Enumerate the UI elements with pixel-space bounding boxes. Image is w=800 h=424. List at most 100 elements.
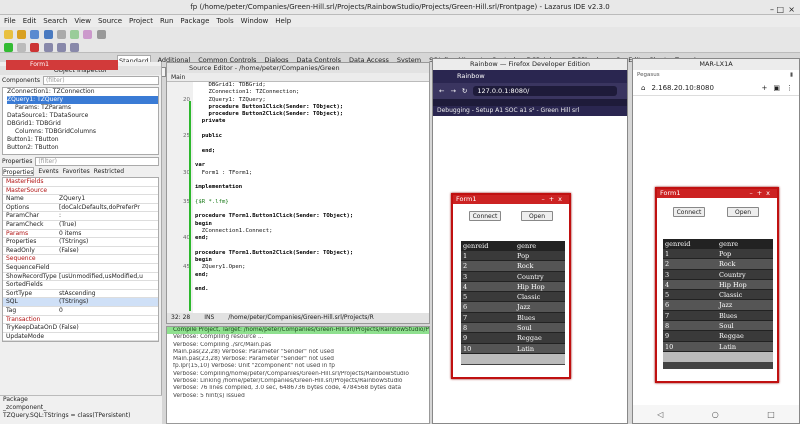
step-into-icon[interactable] [43,43,53,52]
home-icon[interactable]: ⌂ [641,84,645,92]
table-row[interactable]: 4 Hip Hop [663,279,773,291]
menu-item-file[interactable]: File [4,15,16,27]
column-header-genreid[interactable]: genreid [663,239,717,249]
property-value[interactable]: 0 [57,307,158,315]
step-over-icon[interactable] [56,43,66,52]
property-value[interactable]: (TStrings) [57,238,158,246]
save-all-icon[interactable] [43,30,53,39]
property-value[interactable] [57,281,158,289]
property-row[interactable]: TryKeepDataOnDis (False) [3,324,158,333]
view-forms-icon[interactable] [83,30,93,39]
new-tab-icon[interactable]: + [762,84,768,92]
property-row[interactable]: ShowRecordTypes [usUnmodified,usModified,… [3,273,158,282]
menu-item-run[interactable]: Run [160,15,173,27]
dbgrid[interactable]: genreid genre 1 Pop 2 Rock 3 Country 4 Hip Hop 5 Cl… [461,241,565,365]
menu-item-package[interactable]: Package [180,15,209,27]
menu-item-edit[interactable]: Edit [23,15,37,27]
url-bar[interactable]: 127.0.0.1:8080/ [473,86,617,96]
property-row[interactable]: Sequence [3,255,158,264]
pause-icon[interactable] [17,43,27,52]
property-row[interactable]: Options [doCalcDefaults,doPreferPr [3,204,158,213]
tree-item[interactable]: Button2: TButton [7,144,158,152]
property-value[interactable]: (False) [57,247,158,255]
property-value[interactable] [57,264,158,272]
tree-item[interactable]: ZQuery1: TZQuery [7,96,158,104]
menu-item-project[interactable]: Project [129,15,153,27]
tree-item[interactable]: Columns: TDBGridColumns [7,128,158,136]
property-value[interactable] [57,178,158,186]
stop-icon[interactable] [30,43,40,52]
property-row[interactable]: SortType stAscending [3,290,158,299]
table-row[interactable]: 2 Rock [461,261,565,272]
table-row[interactable]: 3 Country [663,269,773,280]
step-out-icon[interactable] [70,43,80,52]
property-value[interactable] [57,316,158,324]
table-row[interactable]: 8 Soul [461,323,565,334]
phone-url-bar[interactable]: 2.168.20.10:8080 [651,84,713,92]
table-row[interactable]: 8 Soul [663,321,773,332]
tree-item[interactable]: Button1: TButton [7,136,158,144]
reload-icon[interactable]: ↻ [462,87,467,95]
property-value[interactable]: ZQuery1 [57,195,158,203]
menu-item-window[interactable]: Window [241,15,269,27]
menu-item-help[interactable]: Help [275,15,291,27]
forward-icon[interactable]: → [450,87,455,95]
property-row[interactable]: Tag 0 [3,307,158,316]
property-value[interactable]: (False) [57,324,158,332]
property-value[interactable]: (True) [57,221,158,229]
property-value[interactable]: 0 items [57,230,158,238]
column-header-genre[interactable]: genre [717,239,773,249]
phone-web-form1-controls[interactable]: –+x [749,189,774,198]
tree-item[interactable]: DBGrid1: TDBGrid [7,120,158,128]
property-row[interactable]: SortedFields [3,281,158,290]
android-home-icon[interactable]: ○ [712,410,719,419]
table-row[interactable]: 6 Jazz [461,302,565,313]
phone-dbgrid[interactable]: genreid genre 1 Pop 2 Rock 3 Country 4 Hip Hop 5 Cl… [663,239,773,369]
property-value[interactable]: (TStrings) [57,298,158,306]
property-value[interactable] [57,255,158,263]
property-value[interactable] [57,187,158,195]
open-button[interactable]: Open [521,211,553,221]
table-row[interactable]: 10 Latin [663,341,773,352]
property-row[interactable]: SequenceField [3,264,158,273]
property-row[interactable]: SQL (TStrings) [3,298,158,307]
view-units-icon[interactable] [70,30,80,39]
menu-item-source[interactable]: Source [98,15,122,27]
tree-item[interactable]: Params: TZParams [7,104,158,112]
property-row[interactable]: ReadOnly (False) [3,247,158,256]
property-row[interactable]: MasterFields [3,178,158,187]
options-icon[interactable] [96,30,106,39]
tabs-icon[interactable]: ▣ [773,84,780,92]
table-row[interactable]: 10 Latin [461,343,565,354]
table-row[interactable]: 1 Pop [663,249,773,260]
property-row[interactable]: Transaction [3,316,158,325]
web-form1-controls[interactable]: –+x [541,195,566,204]
property-row[interactable]: Params 0 items [3,230,158,239]
tab-restricted[interactable]: Restricted [94,167,124,176]
tab-events[interactable]: Events [38,167,58,176]
table-row[interactable]: 3 Country [461,271,565,282]
components-filter-input[interactable]: (filter) [42,76,159,85]
phone-open-button[interactable]: Open [727,207,759,217]
table-row[interactable]: 9 Reggae [663,331,773,342]
table-row[interactable]: 7 Blues [461,312,565,324]
run-icon[interactable] [4,43,13,52]
menu-item-tools[interactable]: Tools [216,15,233,27]
property-value[interactable]: stAscending [57,290,158,298]
property-value[interactable]: : [57,212,158,220]
table-row[interactable]: 6 Jazz [663,300,773,311]
android-recents-icon[interactable]: □ [767,410,775,419]
table-row[interactable]: 5 Classic [461,292,565,303]
table-row[interactable]: 4 Hip Hop [461,281,565,293]
table-row[interactable]: 2 Rock [663,259,773,270]
property-row[interactable]: Properties (TStrings) [3,238,158,247]
new-unit-icon[interactable] [4,30,13,39]
menu-icon[interactable]: ⋮ [786,84,793,92]
table-row[interactable]: 7 Blues [663,310,773,322]
property-value[interactable] [57,333,158,341]
property-value[interactable]: [doCalcDefaults,doPreferPr [57,204,158,212]
tab-properties[interactable]: Properties [2,167,35,176]
properties-filter-input[interactable]: (filter) [35,157,159,166]
toggle-form-icon[interactable] [56,30,66,39]
save-icon[interactable] [30,30,40,39]
